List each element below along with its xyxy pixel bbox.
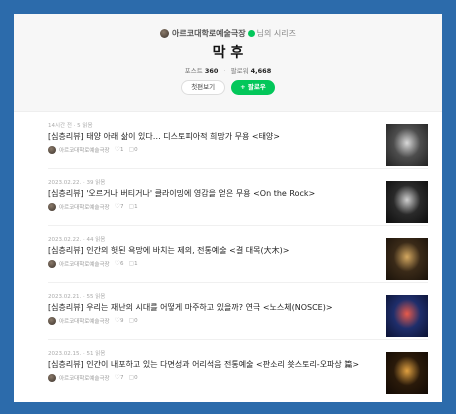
post-title[interactable]: [심층리뷰] 태양 아래 삶이 있다… 디스토피아적 희망가 무용 <태양>	[48, 132, 368, 143]
post-thumbnail[interactable]	[386, 124, 428, 166]
author-avatar	[48, 202, 56, 211]
series-card: 아르코대학로예술극장 님의 시리즈 막 후 포스트 360 · 팔로워 4,66…	[14, 14, 442, 402]
post-meta: 2023.02.21. · 55 읽음	[48, 294, 106, 300]
comment-count: 0	[134, 317, 138, 324]
post-item[interactable]: 2023.02.22. · 39 읽음 [심층리뷰] '오르거나 버티거나' 클…	[48, 169, 428, 226]
like-count: 6	[120, 260, 124, 267]
series-stats: 포스트 360 · 팔로워 4,668	[14, 65, 442, 75]
post-byline: 아르코대학로예술극장 ♡ 9 ▢ 0	[48, 316, 428, 325]
post-item[interactable]: 2023.02.21. · 55 읽음 [심층리뷰] 우리는 재난의 시대를 어…	[48, 283, 428, 340]
author-avatar	[48, 145, 56, 154]
post-title[interactable]: [심층리뷰] 우리는 재난의 시대를 어떻게 마주하고 있을까? 연극 <노스체…	[48, 303, 368, 314]
post-author[interactable]: 아르코대학로예술극장	[59, 146, 110, 154]
channel-name[interactable]: 아르코대학로예술극장	[172, 28, 246, 39]
post-author[interactable]: 아르코대학로예술극장	[59, 203, 110, 211]
follow-button[interactable]: + 팔로우	[231, 80, 275, 95]
author-avatar	[48, 316, 56, 325]
post-title[interactable]: [심층리뷰] 인간의 헛된 욕망에 바치는 제의, 전통예술 <결 대목(大木)…	[48, 246, 368, 257]
comment-count: 1	[134, 203, 138, 210]
first-view-button[interactable]: 첫편보기	[181, 80, 226, 95]
channel-avatar[interactable]	[160, 28, 170, 38]
comment-count: 0	[134, 146, 138, 153]
author-avatar	[48, 373, 56, 382]
followers-count: 4,668	[250, 67, 272, 75]
channel-line: 아르코대학로예술극장 님의 시리즈	[14, 27, 442, 39]
series-title: 막 후	[212, 45, 244, 61]
like-count: 9	[120, 317, 124, 324]
post-title[interactable]: [심층리뷰] 인간이 내포하고 있는 다면성과 어리석음 전통예술 <판소리 쑛…	[48, 360, 368, 371]
post-item[interactable]: 2023.02.15. · 51 읽음 [심층리뷰] 인간이 내포하고 있는 다…	[48, 340, 428, 397]
post-item[interactable]: 2023.02.22. · 44 읽음 [심층리뷰] 인간의 헛된 욕망에 바치…	[48, 226, 428, 283]
like-count: 7	[120, 374, 124, 381]
like-count: 1	[120, 146, 124, 153]
post-byline: 아르코대학로예술극장 ♡ 7 ▢ 1	[48, 202, 428, 211]
post-thumbnail[interactable]	[386, 295, 428, 337]
stats-separator: ·	[223, 67, 226, 75]
post-author[interactable]: 아르코대학로예술극장	[59, 374, 110, 382]
verified-check-icon	[247, 29, 255, 37]
post-author[interactable]: 아르코대학로예술극장	[59, 260, 110, 268]
post-thumbnail[interactable]	[386, 238, 428, 280]
post-byline: 아르코대학로예술극장 ♡ 6 ▢ 1	[48, 259, 428, 268]
post-meta: 14시간 전 · 5 읽음	[48, 123, 93, 129]
post-title[interactable]: [심층리뷰] '오르거나 버티거나' 클라이밍에 영감을 얻은 무용 <On t…	[48, 189, 368, 200]
header-buttons: 첫편보기 + 팔로우	[14, 80, 442, 95]
posts-label: 포스트	[184, 67, 203, 75]
post-author[interactable]: 아르코대학로예술극장	[59, 317, 110, 325]
comment-count: 1	[134, 260, 138, 267]
author-avatar	[48, 259, 56, 268]
post-byline: 아르코대학로예술극장 ♡ 7 ▢ 0	[48, 373, 428, 382]
post-thumbnail[interactable]	[386, 181, 428, 223]
series-header: 아르코대학로예술극장 님의 시리즈 막 후 포스트 360 · 팔로워 4,66…	[14, 14, 442, 112]
post-byline: 아르코대학로예술극장 ♡ 1 ▢ 0	[48, 145, 428, 154]
post-thumbnail[interactable]	[386, 352, 428, 394]
followers-label: 팔로워	[230, 67, 249, 75]
series-suffix: 님의 시리즈	[256, 28, 296, 38]
like-count: 7	[120, 203, 124, 210]
post-item[interactable]: 14시간 전 · 5 읽음 [심층리뷰] 태양 아래 삶이 있다… 디스토피아적…	[48, 112, 428, 169]
post-meta: 2023.02.22. · 44 읽음	[48, 237, 106, 243]
comment-count: 0	[134, 374, 138, 381]
post-list: 14시간 전 · 5 읽음 [심층리뷰] 태양 아래 삶이 있다… 디스토피아적…	[14, 112, 442, 397]
posts-count: 360	[204, 67, 219, 75]
post-meta: 2023.02.15. · 51 읽음	[48, 351, 106, 357]
post-meta: 2023.02.22. · 39 읽음	[48, 180, 106, 186]
